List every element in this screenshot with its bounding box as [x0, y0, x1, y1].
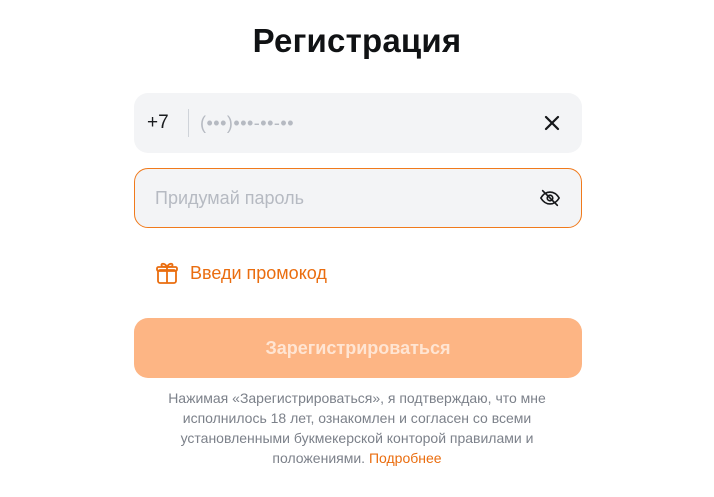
register-button[interactable]: Зарегистрироваться [134, 318, 582, 378]
gift-icon [154, 260, 180, 286]
country-code: +7 [147, 112, 169, 133]
password-input[interactable] [155, 169, 515, 227]
country-code-divider [188, 109, 189, 137]
page-title: Регистрация [252, 22, 462, 59]
registration-page: Регистрация +7 (•••)•••-••-•• Введи пром… [0, 0, 714, 497]
close-icon[interactable] [540, 111, 564, 135]
more-info-link[interactable]: Подробнее [369, 450, 442, 466]
eye-off-icon[interactable] [539, 187, 561, 209]
terms-text: Нажимая «Зарегистрироваться», я подтверж… [168, 390, 546, 466]
terms-disclaimer: Нажимая «Зарегистрироваться», я подтверж… [150, 388, 564, 468]
phone-input[interactable] [200, 93, 520, 153]
password-field[interactable] [134, 168, 582, 228]
promo-code-link[interactable]: Введи промокод [154, 259, 327, 287]
phone-field[interactable]: +7 [134, 93, 582, 153]
promo-code-label: Введи промокод [190, 262, 327, 283]
